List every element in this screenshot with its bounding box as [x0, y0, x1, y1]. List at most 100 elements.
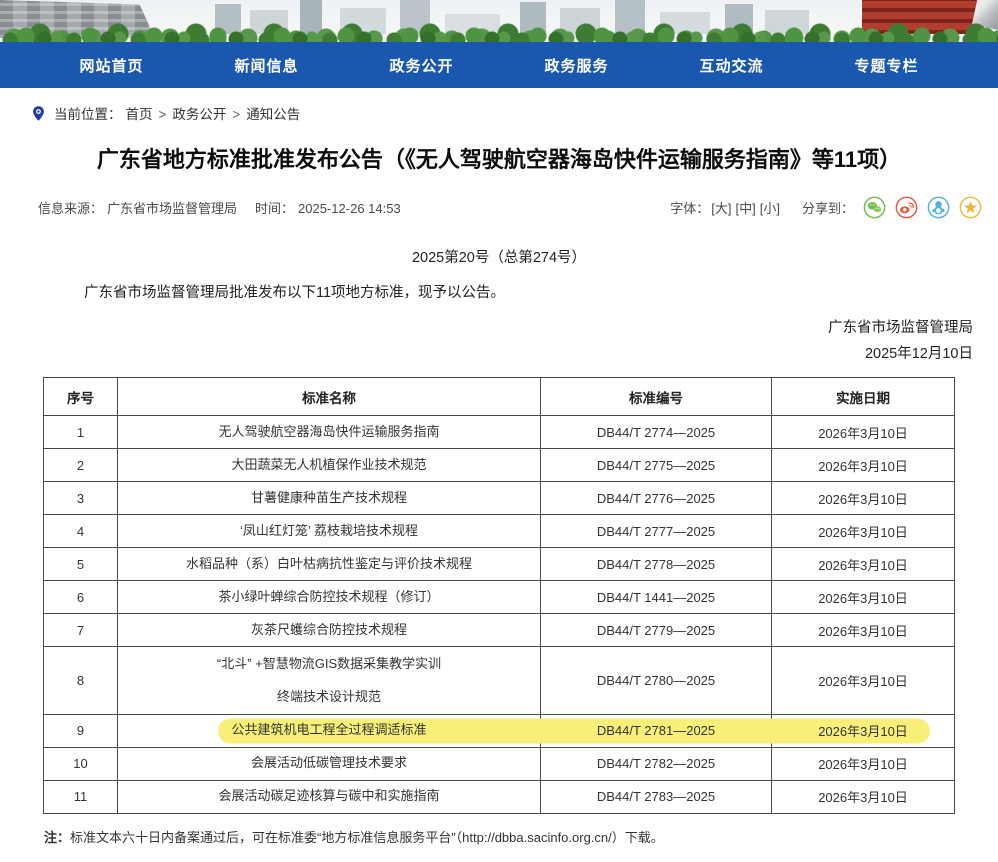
cell-name: 茶小绿叶蝉综合防控技术规程（修订） — [118, 581, 541, 614]
cell-date-value: 2026年3月10日 — [818, 459, 908, 474]
doc-number: 2025第20号（总第274号） — [0, 246, 998, 267]
breadcrumb-separator: > — [159, 107, 167, 122]
cell-date-value: 2026年3月10日 — [818, 591, 908, 606]
cell-code: DB44/T 2777—2025 — [541, 515, 772, 548]
cell-no-value: 6 — [77, 590, 84, 605]
cell-code: DB44/T 1441—2025 — [541, 581, 772, 614]
cell-date-value: 2026年3月10日 — [818, 674, 908, 689]
share-label: 分享到： — [802, 198, 854, 217]
signature-block: 广东省市场监督管理局 2025年12月10日 — [0, 315, 973, 367]
cell-code-value: DB44/T 2774—2025 — [597, 425, 715, 440]
cell-code: DB44/T 2779—2025 — [541, 614, 772, 647]
cell-name: 无人驾驶航空器海岛快件运输服务指南 — [118, 416, 541, 449]
cell-code: DB44/T 2780—2025 — [541, 647, 772, 714]
font-size-button-2[interactable]: [中] — [736, 201, 756, 216]
table-row-9: 9公共建筑机电工程全过程调适标准DB44/T 2781—20252026年3月1… — [44, 714, 955, 747]
font-size-button-1[interactable]: [大] — [711, 201, 731, 216]
cell-name: ‘凤山红灯笼’ 荔枝栽培技术规程 — [118, 515, 541, 548]
font-size-controls: [大] [中] [小] — [709, 198, 782, 217]
time-label: 时间： — [255, 201, 294, 216]
breadcrumb-separator: > — [232, 107, 240, 122]
cell-code: DB44/T 2782—2025 — [541, 747, 772, 780]
cell-date: 2026年3月10日 — [772, 614, 955, 647]
cell-no: 5 — [44, 548, 118, 581]
cell-no: 10 — [44, 747, 118, 780]
cell-code: DB44/T 2776—2025 — [541, 482, 772, 515]
table-row-10: 10 会展活动低碳管理技术要求 DB44/T 2782—2025 2026年3月10日 — [44, 747, 955, 780]
article-meta: 信息来源：广东省市场监督管理局时间：2025-12-26 14:53 字体： [… — [38, 196, 982, 219]
cell-name: 灰茶尺蠖综合防控技术规程 — [118, 614, 541, 647]
cell-no: 1 — [44, 416, 118, 449]
cell-name-value: 茶小绿叶蝉综合防控技术规程（修订） — [218, 589, 439, 604]
table-row-4: 4‘凤山红灯笼’ 荔枝栽培技术规程DB44/T 2777—20252026年3月… — [44, 515, 955, 548]
cell-date: 2026年3月10日 — [772, 714, 955, 747]
main-nav: 网站首页 新闻信息 政务公开 政务服务 互动交流 专题专栏 — [0, 42, 998, 88]
cell-no: 7 — [44, 614, 118, 647]
cell-no-value: 8 — [77, 673, 84, 688]
cell-no: 3 — [44, 482, 118, 515]
column-header-2: 标准名称 — [118, 378, 541, 416]
cell-no: 2 — [44, 449, 118, 482]
share-weibo-icon[interactable] — [895, 196, 918, 219]
cell-no: 4 — [44, 515, 118, 548]
nav-item-3[interactable]: 政务公开 — [389, 55, 453, 76]
cell-name-value: 水稻品种（系）白叶枯病抗性鉴定与评价技术规程 — [186, 556, 472, 571]
nav-item-2[interactable]: 新闻信息 — [234, 55, 298, 76]
share-qq-icon[interactable] — [927, 196, 950, 219]
standards-table: 序号标准名称标准编号实施日期 1无人驾驶航空器海岛快件运输服务指南DB44/T … — [43, 377, 955, 813]
location-pin-icon — [30, 105, 47, 122]
cell-no-value: 3 — [77, 491, 84, 506]
share-wechat-icon[interactable] — [863, 196, 886, 219]
table-row-1: 1无人驾驶航空器海岛快件运输服务指南DB44/T 2774—20252026年3… — [44, 416, 955, 449]
nav-item-4[interactable]: 政务服务 — [544, 55, 608, 76]
header-banner-image — [0, 0, 998, 42]
cell-name: 大田蔬菜无人机植保作业技术规范 — [118, 449, 541, 482]
cell-date: 2026年3月10日 — [772, 747, 955, 780]
table-row-3: 3甘薯健康种苗生产技术规程DB44/T 2776—20252026年3月10日 — [44, 482, 955, 515]
cell-code-value: DB44/T 1441—2025 — [597, 590, 715, 605]
nav-item-1[interactable]: 网站首页 — [79, 55, 143, 76]
table-row-11: 11会展活动碳足迹核算与碳中和实施指南DB44/T 2783—20252026年… — [44, 780, 955, 813]
breadcrumb-link-3[interactable]: 通知公告 — [246, 107, 300, 122]
cell-no-value: 7 — [77, 623, 84, 638]
cell-no-value: 2 — [77, 458, 84, 473]
cell-no-value: 11 — [74, 789, 88, 804]
cell-code-value: DB44/T 2780—2025 — [597, 673, 715, 688]
cell-code: DB44/T 2774—2025 — [541, 416, 772, 449]
signature-date: 2025年12月10日 — [0, 341, 973, 367]
footnote-text: 标准文本六十日内备案通过后，可在标准委“地方标准信息服务平台”（http://d… — [70, 830, 664, 845]
cell-date: 2026年3月10日 — [772, 482, 955, 515]
signature-org: 广东省市场监督管理局 — [0, 315, 973, 341]
cell-no-value: 9 — [77, 723, 84, 738]
table-row-5: 5水稻品种（系）白叶枯病抗性鉴定与评价技术规程DB44/T 2778—20252… — [44, 548, 955, 581]
breadcrumb-link-1[interactable]: 首页 — [126, 107, 153, 122]
cell-no: 9 — [44, 714, 118, 747]
share-qzone-icon[interactable] — [959, 196, 982, 219]
nav-item-6[interactable]: 专题专栏 — [854, 55, 918, 76]
body-paragraph: 广东省市场监督管理局批准发布以下11项地方标准，现予以公告。 — [55, 282, 943, 304]
font-size-label: 字体： — [670, 198, 709, 217]
cell-name-value: 会展活动低碳管理技术要求 — [251, 755, 407, 770]
cell-name: 会展活动碳足迹核算与碳中和实施指南 — [118, 780, 541, 813]
source-label: 信息来源： — [38, 201, 103, 216]
cell-code: DB44/T 2775—2025 — [541, 449, 772, 482]
cell-name-value: ‘凤山红灯笼’ 荔枝栽培技术规程 — [240, 523, 418, 538]
font-size-button-3[interactable]: [小] — [760, 201, 780, 216]
cell-no: 11 — [44, 780, 118, 813]
breadcrumb-items: 首页 > 政务公开 > 通知公告 — [126, 103, 301, 123]
table-row-2: 2 大田蔬菜无人机植保作业技术规范 DB44/T 2775—2025 2026年3月1… — [44, 449, 955, 482]
cell-code-value: DB44/T 2783—2025 — [597, 789, 715, 804]
cell-no-value: 5 — [77, 557, 84, 572]
column-header-1: 序号 — [44, 378, 118, 416]
cell-code: DB44/T 2783—2025 — [541, 780, 772, 813]
cell-name: 会展活动低碳管理技术要求 — [118, 747, 541, 780]
breadcrumb-link-2[interactable]: 政务公开 — [172, 107, 226, 122]
cell-code-value: DB44/T 2779—2025 — [597, 623, 715, 638]
nav-item-5[interactable]: 互动交流 — [699, 55, 763, 76]
share-icons — [854, 196, 982, 219]
cell-date: 2026年3月10日 — [772, 581, 955, 614]
cell-name-value: 会展活动碳足迹核算与碳中和实施指南 — [218, 788, 439, 803]
cell-name-value: 大田蔬菜无人机植保作业技术规范 — [231, 457, 426, 472]
article-meta-right: 字体： [大] [中] [小] 分享到： — [670, 196, 982, 219]
cell-date-value: 2026年3月10日 — [818, 757, 908, 772]
